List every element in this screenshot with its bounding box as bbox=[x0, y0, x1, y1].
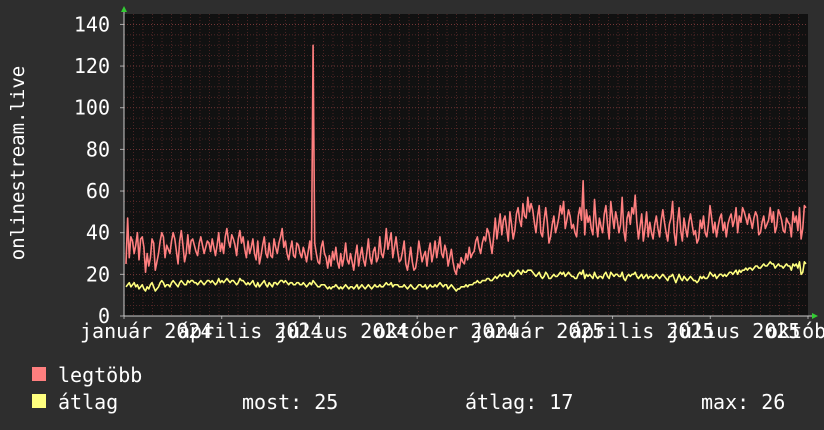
legend-label-max: legtöbb bbox=[58, 363, 143, 387]
legend: legtöbb átlag most: 25 átlag: 17 max: 26 bbox=[0, 0, 824, 430]
stat-average: átlag: 17 bbox=[465, 390, 574, 414]
legend-swatch-max bbox=[32, 367, 46, 381]
legend-swatch-avg bbox=[32, 394, 46, 408]
stat-current: most: 25 bbox=[242, 390, 339, 414]
stat-maximum: max: 26 bbox=[701, 390, 786, 414]
legend-label-avg: átlag bbox=[58, 390, 119, 414]
